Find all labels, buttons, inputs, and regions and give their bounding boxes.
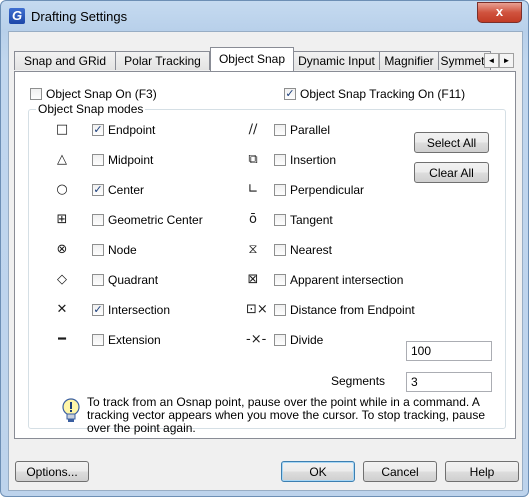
extension-label[interactable]: Extension xyxy=(108,333,161,347)
tangent-snap-icon: ō xyxy=(249,212,257,227)
tab-object-snap[interactable]: Object Snap xyxy=(210,47,294,71)
checkmark-icon: ✓ xyxy=(93,304,103,316)
parallel-label[interactable]: Parallel xyxy=(290,123,330,137)
parallel-checkbox[interactable] xyxy=(274,124,286,136)
tab-scroll-left-icon[interactable]: ◄ xyxy=(484,53,499,68)
apparent-intersection-checkbox[interactable] xyxy=(274,274,286,286)
object-snap-tracking-label[interactable]: Object Snap Tracking On (F11) xyxy=(300,87,465,101)
insertion-checkbox[interactable] xyxy=(274,154,286,166)
segments-input[interactable]: 3 xyxy=(406,372,492,392)
close-button[interactable]: x xyxy=(477,2,522,23)
tab-snap-and-grid[interactable]: Snap and GRid xyxy=(14,51,116,70)
object-snap-on-label[interactable]: Object Snap On (F3) xyxy=(46,87,157,101)
checkmark-icon: ✓ xyxy=(93,184,103,196)
distance-from-endpoint-snap-icon: ⊡× xyxy=(246,302,268,317)
nearest-snap-icon: ⧖ xyxy=(248,242,258,257)
dialog-client: Snap and GRid Polar Tracking Object Snap… xyxy=(8,31,523,491)
title-bar[interactable]: G Drafting Settings x xyxy=(1,1,528,31)
quadrant-checkbox[interactable] xyxy=(92,274,104,286)
endpoint-label[interactable]: Endpoint xyxy=(108,123,155,137)
tab-strip: Snap and GRid Polar Tracking Object Snap… xyxy=(14,45,514,71)
distance-from-endpoint-checkbox[interactable] xyxy=(274,304,286,316)
window-title: Drafting Settings xyxy=(31,9,128,24)
center-snap-icon: ○ xyxy=(56,182,68,197)
segments-label: Segments xyxy=(331,374,386,388)
help-button[interactable]: Help xyxy=(445,461,519,482)
clear-all-button[interactable]: Clear All xyxy=(414,162,489,183)
lightbulb-icon xyxy=(62,398,80,422)
center-label[interactable]: Center xyxy=(108,183,144,197)
tangent-label[interactable]: Tangent xyxy=(290,213,333,227)
tab-scroll-right-icon[interactable]: ► xyxy=(499,53,514,68)
distance-from-endpoint-input[interactable]: 100 xyxy=(406,341,492,361)
extension-checkbox[interactable] xyxy=(92,334,104,346)
intersection-snap-icon: ✕ xyxy=(56,302,68,317)
app-icon: G xyxy=(9,8,25,24)
ok-button[interactable]: OK xyxy=(281,461,355,482)
midpoint-snap-icon: △ xyxy=(57,152,67,167)
select-all-button[interactable]: Select All xyxy=(414,132,489,153)
quadrant-label[interactable]: Quadrant xyxy=(108,273,158,287)
node-snap-icon: ⊗ xyxy=(56,242,68,257)
geometric-center-label[interactable]: Geometric Center xyxy=(108,213,203,227)
midpoint-label[interactable]: Midpoint xyxy=(108,153,153,167)
divide-checkbox[interactable] xyxy=(274,334,286,346)
tangent-checkbox[interactable] xyxy=(274,214,286,226)
apparent-intersection-snap-icon: ⊠ xyxy=(247,272,259,287)
midpoint-checkbox[interactable] xyxy=(92,154,104,166)
distance-from-endpoint-label[interactable]: Distance from Endpoint xyxy=(290,303,415,317)
extension-snap-icon: ━ xyxy=(58,332,66,347)
insertion-snap-icon: ⧉ xyxy=(248,152,258,167)
object-snap-page: Object Snap On (F3) ✓ Object Snap Tracki… xyxy=(14,71,516,439)
node-label[interactable]: Node xyxy=(108,243,137,257)
perpendicular-checkbox[interactable] xyxy=(274,184,286,196)
object-snap-modes-group: Object Snap modes □ ✓ Endpoint △ Midpoint ○ ✓ C… xyxy=(28,102,506,429)
endpoint-checkbox[interactable]: ✓ xyxy=(92,124,104,136)
close-icon: x xyxy=(495,4,504,19)
node-checkbox[interactable] xyxy=(92,244,104,256)
object-snap-tracking-checkbox[interactable]: ✓ xyxy=(284,88,296,100)
parallel-snap-icon: ∕∕ xyxy=(248,122,258,137)
endpoint-snap-icon: □ xyxy=(55,122,69,137)
tracking-tip-text: To track from an Osnap point, pause over… xyxy=(87,395,485,435)
intersection-label[interactable]: Intersection xyxy=(108,303,170,317)
nearest-checkbox[interactable] xyxy=(274,244,286,256)
perpendicular-label[interactable]: Perpendicular xyxy=(290,183,364,197)
intersection-checkbox[interactable]: ✓ xyxy=(92,304,104,316)
cancel-button[interactable]: Cancel xyxy=(363,461,437,482)
tab-dynamic-input[interactable]: Dynamic Input xyxy=(293,51,380,70)
tab-magnifier[interactable]: Magnifier xyxy=(379,51,439,70)
object-snap-on-checkbox[interactable] xyxy=(30,88,42,100)
divide-label[interactable]: Divide xyxy=(290,333,323,347)
perpendicular-snap-icon: ∟ xyxy=(247,182,259,197)
geometric-center-snap-icon: ⊞ xyxy=(56,212,68,227)
apparent-intersection-label[interactable]: Apparent intersection xyxy=(290,273,403,287)
group-title: Object Snap modes xyxy=(36,102,146,116)
tab-polar-tracking[interactable]: Polar Tracking xyxy=(115,51,210,70)
nearest-label[interactable]: Nearest xyxy=(290,243,332,257)
options-button[interactable]: Options... xyxy=(15,461,89,482)
insertion-label[interactable]: Insertion xyxy=(290,153,336,167)
checkmark-icon: ✓ xyxy=(285,88,295,100)
checkmark-icon: ✓ xyxy=(93,124,103,136)
drafting-settings-window: G Drafting Settings x Snap and GRid Pola… xyxy=(0,0,529,497)
geometric-center-checkbox[interactable] xyxy=(92,214,104,226)
center-checkbox[interactable]: ✓ xyxy=(92,184,104,196)
quadrant-snap-icon: ◇ xyxy=(57,272,67,287)
divide-snap-icon: -×- xyxy=(246,332,267,347)
